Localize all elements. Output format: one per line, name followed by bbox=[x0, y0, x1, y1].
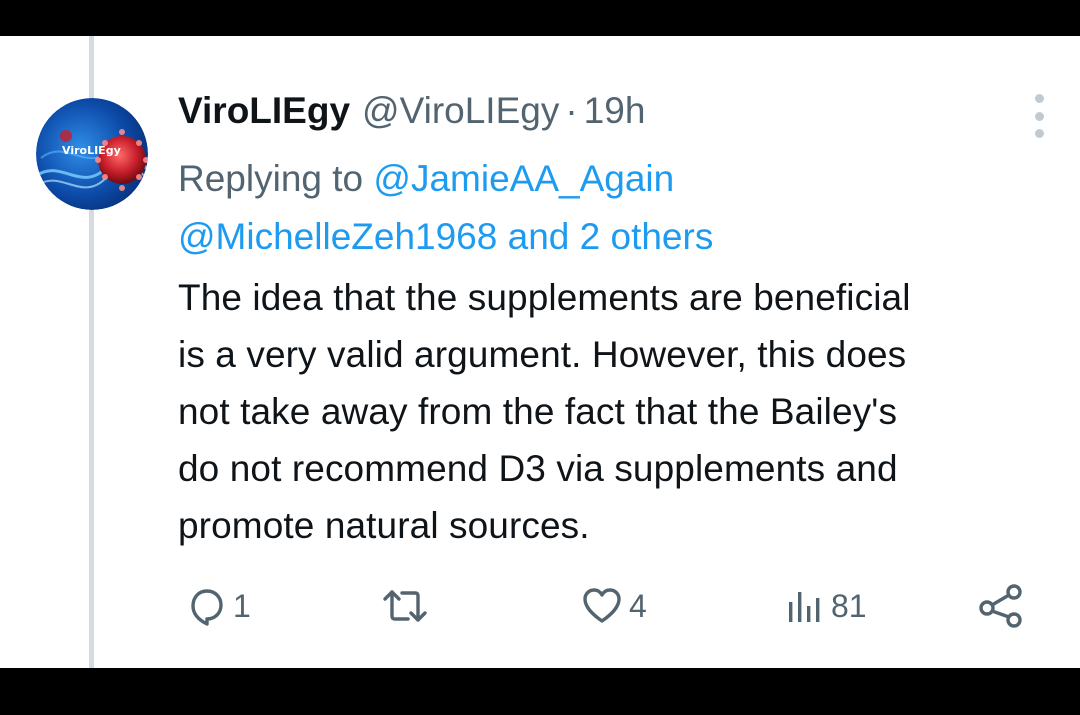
views-button[interactable]: 81 bbox=[785, 584, 867, 628]
replying-prefix: Replying to bbox=[178, 158, 364, 199]
action-bar: 1 4 81 bbox=[0, 584, 1080, 628]
more-dot bbox=[1034, 129, 1044, 138]
like-count: 4 bbox=[629, 587, 647, 624]
bottom-black-bar bbox=[0, 668, 1080, 715]
header-separator: · bbox=[565, 90, 578, 131]
reply-count: 1 bbox=[233, 587, 251, 624]
views-icon bbox=[789, 592, 820, 622]
top-black-bar bbox=[0, 0, 1080, 36]
avatar-logo-text: ViroLIEgy bbox=[62, 144, 121, 157]
timestamp[interactable]: 19h bbox=[584, 90, 646, 132]
tweet-text-line: do not recommend D3 via supplements and bbox=[178, 448, 898, 489]
tweet-text: The idea that the supplements are benefi… bbox=[178, 269, 1058, 554]
share-button[interactable] bbox=[978, 584, 1024, 628]
like-button[interactable]: 4 bbox=[581, 584, 647, 628]
more-dot bbox=[1034, 111, 1044, 121]
views-count: 81 bbox=[831, 587, 867, 624]
replying-to: Replying to @JamieAA_Again @MichelleZeh1… bbox=[178, 150, 1038, 266]
share-icon bbox=[979, 584, 1022, 628]
tweet-text-line: The idea that the supplements are benefi… bbox=[178, 277, 911, 318]
reply-button[interactable]: 1 bbox=[185, 584, 251, 628]
retweet-icon bbox=[383, 590, 427, 622]
avatar-image: ViroLIEgy bbox=[36, 98, 148, 210]
more-dot bbox=[1034, 94, 1044, 103]
reply-mention-jamie[interactable]: @JamieAA_Again bbox=[373, 158, 674, 199]
tweet-text-line: is a very valid argument. However, this … bbox=[178, 334, 907, 375]
user-handle[interactable]: @ViroLIEgy bbox=[362, 90, 559, 132]
retweet-button[interactable] bbox=[381, 584, 435, 628]
tweet-text-line: promote natural sources. bbox=[178, 505, 590, 546]
tweet-text-line: not take away from the fact that the Bai… bbox=[178, 391, 898, 432]
reply-icon bbox=[191, 589, 223, 626]
tweet-card[interactable]: ViroLIEgy ViroLIEgy @ViroLIEgy · 19h Rep… bbox=[0, 36, 1080, 668]
reply-mention-michelle[interactable]: @MichelleZeh1968 bbox=[178, 216, 497, 257]
like-icon bbox=[583, 588, 621, 623]
avatar[interactable]: ViroLIEgy bbox=[36, 98, 148, 210]
reply-others[interactable]: 2 others bbox=[580, 216, 714, 257]
reply-and[interactable]: and bbox=[508, 216, 570, 257]
display-name[interactable]: ViroLIEgy bbox=[178, 90, 350, 132]
tweet-header: ViroLIEgy @ViroLIEgy · 19h bbox=[178, 90, 645, 138]
more-vertical-icon[interactable] bbox=[1026, 94, 1052, 138]
